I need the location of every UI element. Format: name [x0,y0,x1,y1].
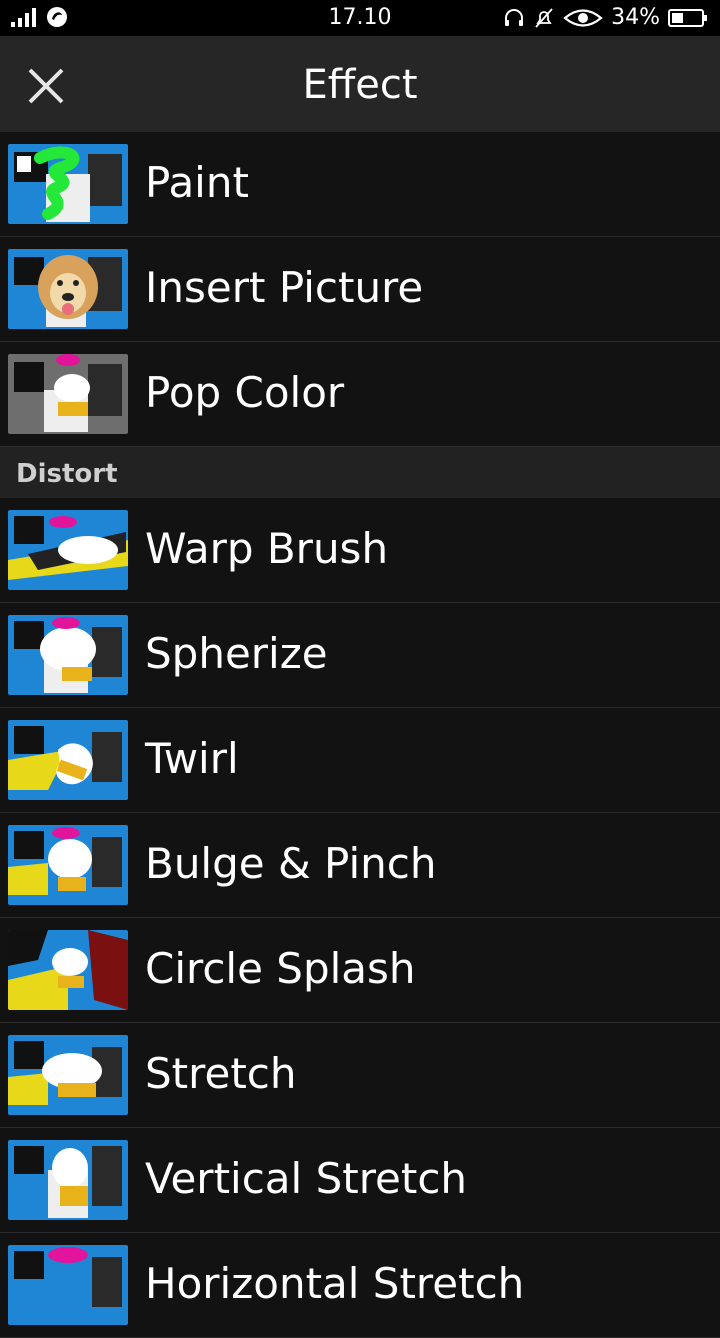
effect-list: Paint Insert Picture Pop Color Distort W… [0,132,720,1338]
status-right: 34% [503,5,708,30]
headset-icon [505,8,524,26]
insert-picture-thumbnail [8,249,128,329]
section-title: Distort [16,459,118,489]
effect-item-bulge-pinch[interactable]: Bulge & Pinch [0,813,720,918]
effect-item-label: Paint [145,158,249,207]
effect-item-horizontal-stretch[interactable]: Horizontal Stretch [0,1233,720,1338]
spherize-thumbnail [8,615,128,695]
effect-item-label: Circle Splash [145,944,416,993]
effect-item-label: Pop Color [145,368,345,417]
battery-icon [668,8,707,27]
pop-color-thumbnail [8,354,128,434]
effect-item-label: Vertical Stretch [145,1154,468,1203]
vertical-stretch-thumbnail [8,1140,128,1220]
battery-percent: 34% [611,5,660,30]
page-title: Effect [302,62,418,108]
mute-bell-icon [535,7,553,28]
effect-item-insert-picture[interactable]: Insert Picture [0,237,720,342]
twirl-thumbnail [8,720,128,800]
effect-item-twirl[interactable]: Twirl [0,708,720,813]
status-bar: 17.10 34% [0,0,720,36]
horizontal-stretch-thumbnail [8,1245,128,1325]
circle-splash-thumbnail [8,930,128,1010]
effect-item-label: Horizontal Stretch [145,1259,525,1308]
effect-item-spherize[interactable]: Spherize [0,603,720,708]
effect-item-stretch[interactable]: Stretch [0,1023,720,1128]
eye-icon [563,8,603,27]
paint-thumbnail [8,144,128,224]
app-bar: Effect [0,36,720,132]
effect-item-label: Twirl [145,734,239,783]
effect-item-label: Stretch [145,1049,297,1098]
effect-item-pop-color[interactable]: Pop Color [0,342,720,447]
effect-item-vertical-stretch[interactable]: Vertical Stretch [0,1128,720,1233]
warp-brush-thumbnail [8,510,128,590]
effect-item-label: Spherize [145,629,328,678]
effect-item-label: Insert Picture [145,263,424,312]
stretch-thumbnail [8,1035,128,1115]
section-header-distort: Distort [0,447,720,498]
effect-item-label: Bulge & Pinch [145,839,437,888]
effect-item-label: Warp Brush [145,524,389,573]
effect-item-paint[interactable]: Paint [0,132,720,237]
effect-item-circle-splash[interactable]: Circle Splash [0,918,720,1023]
effect-item-warp-brush[interactable]: Warp Brush [0,498,720,603]
bulge-pinch-thumbnail [8,825,128,905]
